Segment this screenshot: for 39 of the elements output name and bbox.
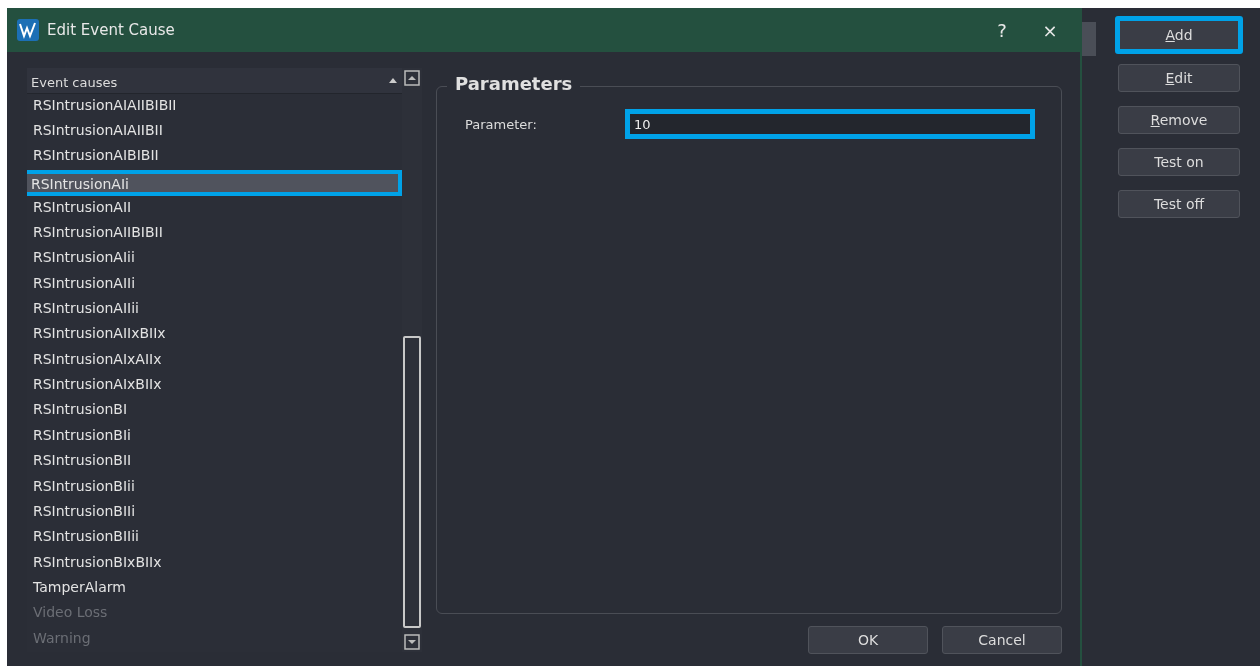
ok-button[interactable]: OK [808,626,928,654]
action-button[interactable]: Add [1115,16,1243,54]
list-item[interactable]: RSIntrusionBIIi [27,499,402,526]
list-item[interactable]: RSIntrusionAIIii [27,297,402,323]
app-logo-icon [17,19,39,41]
list-item[interactable]: RSIntrusionAIxBIIx [27,373,402,399]
list-item[interactable]: TamperAlarm [27,575,402,602]
list-item[interactable]: RSIntrusionAIIBIBII [27,221,402,247]
list-item[interactable]: RSIntrusionBIxBIIx [27,550,402,576]
action-button[interactable]: Remove [1118,106,1240,134]
list-item[interactable]: RSIntrusionAIAIIBII [27,118,402,145]
cancel-button[interactable]: Cancel [942,626,1062,654]
action-button[interactable]: Test on [1118,148,1240,176]
list-item[interactable]: RSIntrusionAIIxBIIx [27,322,402,348]
list-item[interactable]: RSIntrusionBIii [27,474,402,500]
close-button[interactable]: × [1030,19,1070,41]
list-item[interactable]: RSIntrusionBI [27,398,402,424]
action-button[interactable]: Edit [1118,64,1240,92]
scrollbar-thumb[interactable] [403,336,421,628]
list-item[interactable]: RSIntrusionAIBIBII [27,144,402,170]
list-item[interactable]: RSIntrusionAIxAIIx [27,347,402,374]
scrollbar-thumb[interactable] [1082,22,1096,56]
window-title: Edit Event Cause [47,21,176,39]
list-item[interactable]: RSIntrusionAIIi [27,271,402,298]
parameter-field[interactable]: 10 [625,109,1035,139]
list-item[interactable]: RSIntrusionAII [27,195,402,222]
list-header[interactable]: Event causes [27,68,402,94]
scroll-down-button[interactable] [404,634,420,650]
help-button[interactable]: ? [982,19,1022,41]
scroll-up-button[interactable] [404,70,420,86]
list-item[interactable]: RSIntrusionBIi [27,423,402,450]
list-item[interactable]: RSIntrusionBIIii [27,525,402,551]
sort-ascending-icon [388,76,398,85]
list-item[interactable]: RSIntrusionBII [27,449,402,475]
list-item[interactable]: RSIntrusionAIi [27,169,402,196]
list-item[interactable]: RSIntrusionAIAIIBIBII [27,93,402,119]
action-button[interactable]: Test off [1118,190,1240,218]
parameter-label: Parameter: [465,116,538,132]
list-item[interactable]: RSIntrusionAIii [27,246,402,272]
